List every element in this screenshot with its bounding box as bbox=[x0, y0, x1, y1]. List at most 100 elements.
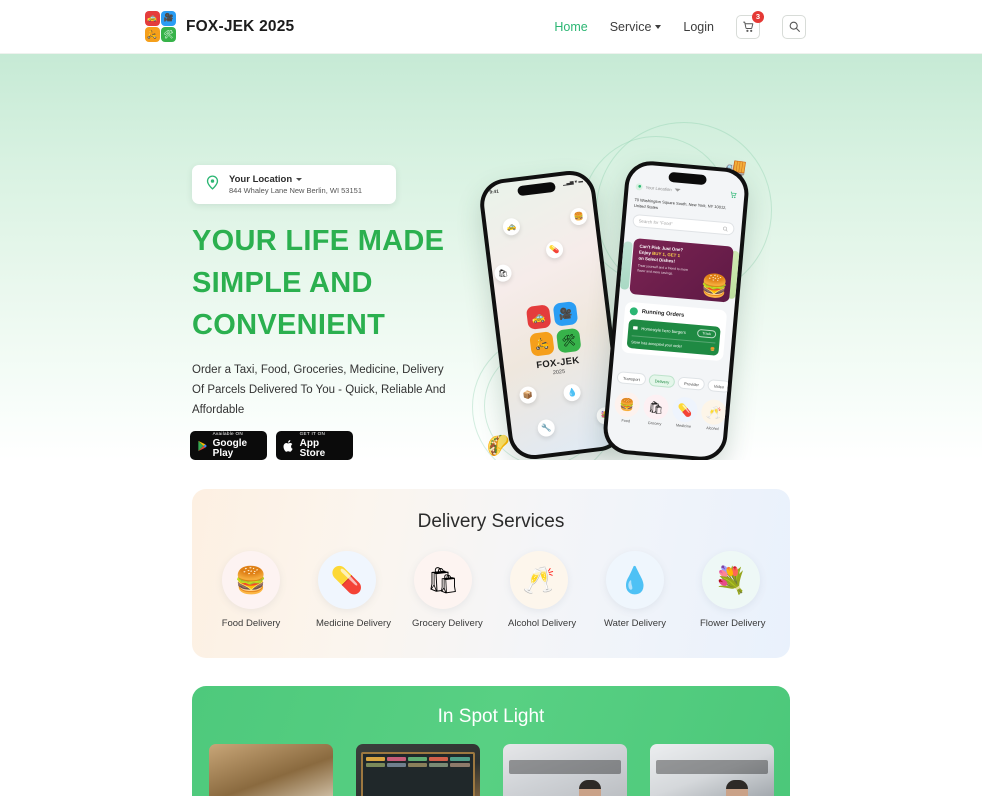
google-play-label: Google Play bbox=[212, 437, 248, 459]
service-label: Food Delivery bbox=[221, 618, 281, 629]
phone-category-food[interactable]: 🍔 Food bbox=[613, 391, 641, 424]
hero-headline: YOUR LIFE MADE SIMPLE AND CONVENIENT bbox=[192, 225, 445, 341]
service-tile-icon: 🛠 bbox=[555, 327, 582, 354]
hero-section: Your Location 844 Whaley Lane New Berlin… bbox=[0, 54, 982, 460]
spotlight-card-2[interactable] bbox=[355, 744, 480, 796]
nav-item-service[interactable]: Service bbox=[610, 20, 662, 34]
spotlight-card-3[interactable] bbox=[502, 744, 627, 796]
phone-category-label: Food bbox=[621, 418, 631, 424]
logo-grid: 🚕 🎥 🛵 🛠 bbox=[145, 11, 176, 42]
status-dot-icon bbox=[629, 306, 639, 316]
phone-category-label: Medicine bbox=[675, 423, 692, 429]
running-orders-panel: Running Orders Homestyle hero burgers Tr… bbox=[621, 301, 728, 362]
service-label: Flower Delivery bbox=[700, 618, 766, 629]
delivery-services-title: Delivery Services bbox=[417, 511, 565, 532]
order-status: Store has accepted your order bbox=[630, 339, 683, 349]
taxi-tile-icon: 🚕 bbox=[525, 304, 552, 330]
google-play-icon bbox=[198, 440, 207, 451]
search-button[interactable] bbox=[782, 14, 806, 39]
medicine-bubble-icon: 💊 bbox=[545, 240, 565, 260]
nav-item-home[interactable]: Home bbox=[554, 20, 587, 34]
service-item-alcohol[interactable]: 🥂 Alcohol Delivery bbox=[508, 551, 577, 629]
pill-icon: 💊 bbox=[318, 551, 376, 609]
phone-category-alcohol[interactable]: 🥂 Alcohol bbox=[700, 398, 728, 432]
service-label: Water Delivery bbox=[604, 618, 666, 629]
phone-categories: 🍔 Food 🛍 Grocery 💊 Medicine 🥂 Alcohol bbox=[613, 391, 728, 432]
phone-search-placeholder: Search for "Food" bbox=[638, 218, 673, 227]
brand-logo[interactable]: 🚕 🎥 🛵 🛠 FOX-JEK 2025 bbox=[145, 11, 294, 42]
service-item-medicine[interactable]: 💊 Medicine Delivery bbox=[316, 551, 391, 629]
google-play-button[interactable]: Available ON Google Play bbox=[190, 431, 267, 460]
phone-category-label: Alcohol bbox=[706, 426, 719, 432]
burger-icon: 🍔 bbox=[613, 391, 641, 419]
chevron-down-icon bbox=[655, 24, 662, 29]
phone-tab-delivery[interactable]: Delivery bbox=[648, 373, 676, 389]
promo-sub: Treat yourself and a friend to more flav… bbox=[637, 263, 689, 276]
store-icon bbox=[633, 326, 638, 330]
chevron-down-icon[interactable] bbox=[296, 178, 303, 181]
phone-mockups: 🚚 🌮 9:41 ▁▃▅ ▾ ▬ 🚕 🍔 💊 🛍 📦 💧 🔧 💐 🚕 bbox=[472, 122, 818, 460]
video-tile-icon: 🎥 bbox=[161, 11, 176, 26]
track-order-button[interactable]: Track bbox=[696, 328, 717, 339]
app-store-badges: Available ON Google Play GET IT ON App S… bbox=[190, 431, 353, 460]
google-play-small: Available ON bbox=[212, 431, 243, 437]
nav-item-login[interactable]: Login bbox=[683, 20, 714, 34]
taxi-bubble-icon: 🚕 bbox=[501, 217, 521, 237]
running-orders-title: Running Orders bbox=[641, 309, 685, 319]
person-avatar bbox=[725, 780, 748, 796]
burger-icon: 🍔 bbox=[222, 551, 280, 609]
delivery-services-card: Delivery Services 🍔 Food Delivery 💊 Medi… bbox=[192, 489, 790, 658]
spotlight-section: In Spot Light bbox=[192, 686, 790, 796]
cart-button[interactable]: 3 bbox=[736, 10, 764, 39]
spotlight-card-list bbox=[192, 744, 790, 796]
phone-category-grocery[interactable]: 🛍 Grocery bbox=[642, 393, 670, 427]
location-card[interactable]: Your Location 844 Whaley Lane New Berlin… bbox=[192, 165, 396, 204]
cart-icon bbox=[729, 185, 739, 204]
service-label: Grocery Delivery bbox=[412, 618, 483, 629]
menu-board-image bbox=[360, 752, 475, 796]
promo-banner[interactable]: Can't Pick Just One? Enjoy BUY 1, GET 1 … bbox=[629, 238, 734, 303]
parcel-bubble-icon: 📦 bbox=[518, 385, 538, 405]
cheers-icon: 🥂 bbox=[700, 398, 728, 426]
phone-tabs: Transport Delivery Provider Video bbox=[616, 371, 731, 393]
status-icons: ▁▃▅ ▾ ▬ bbox=[562, 178, 584, 186]
water-bottle-icon: 💧 bbox=[606, 551, 664, 609]
service-item-grocery[interactable]: 🛍 Grocery Delivery bbox=[412, 551, 483, 629]
phone-category-label: Grocery bbox=[647, 420, 662, 427]
main-nav: Home Service Login 3 bbox=[554, 10, 806, 39]
service-label: Alcohol Delivery bbox=[508, 618, 577, 629]
service-item-flower[interactable]: 💐 Flower Delivery bbox=[700, 551, 766, 629]
phone-tab-transport[interactable]: Transport bbox=[616, 371, 647, 386]
flower-icon: 💐 bbox=[702, 551, 760, 609]
app-store-button[interactable]: GET IT ON App Store bbox=[276, 431, 353, 460]
search-icon bbox=[789, 21, 800, 32]
order-thumb-icon: 🍔 bbox=[709, 347, 715, 352]
chevron-down-icon bbox=[674, 187, 681, 192]
counter-shape bbox=[508, 760, 621, 774]
app-store-label: App Store bbox=[299, 437, 326, 459]
phone-app-logo: 🚕 🎥 🛵 🛠 bbox=[525, 301, 582, 357]
phone-category-medicine[interactable]: 💊 Medicine bbox=[671, 396, 699, 429]
burger-icon: 🍔 bbox=[699, 272, 730, 300]
grocery-bubble-icon: 🛍 bbox=[493, 263, 513, 283]
running-order-card[interactable]: Homestyle hero burgers Track Store has a… bbox=[626, 318, 721, 356]
phone-search-input[interactable]: Search for "Food" bbox=[632, 213, 735, 236]
grocery-bag-icon: 🛍 bbox=[642, 393, 670, 421]
phone-location-label: Your Location bbox=[645, 184, 672, 192]
service-item-water[interactable]: 💧 Water Delivery bbox=[604, 551, 666, 629]
service-item-food[interactable]: 🍔 Food Delivery bbox=[220, 551, 282, 629]
nav-item-service-label: Service bbox=[609, 19, 652, 34]
scooter-tile-icon: 🛵 bbox=[529, 331, 555, 357]
phone-tab-video[interactable]: Video bbox=[707, 379, 731, 393]
location-address: 844 Whaley Lane New Berlin, WI 53151 bbox=[229, 186, 362, 195]
cheers-icon: 🥂 bbox=[510, 551, 568, 609]
phone-mockup-right: Your Location 70 Washington Square South… bbox=[601, 159, 751, 460]
phone-tab-provider[interactable]: Provider bbox=[677, 376, 706, 391]
spotlight-card-4[interactable] bbox=[649, 744, 774, 796]
person-avatar bbox=[578, 780, 601, 796]
app-store-small: GET IT ON bbox=[299, 431, 326, 437]
spotlight-title: In Spot Light bbox=[437, 706, 545, 727]
location-pin-icon bbox=[635, 182, 644, 191]
spotlight-card-1[interactable] bbox=[208, 744, 333, 796]
apple-icon bbox=[283, 439, 293, 452]
